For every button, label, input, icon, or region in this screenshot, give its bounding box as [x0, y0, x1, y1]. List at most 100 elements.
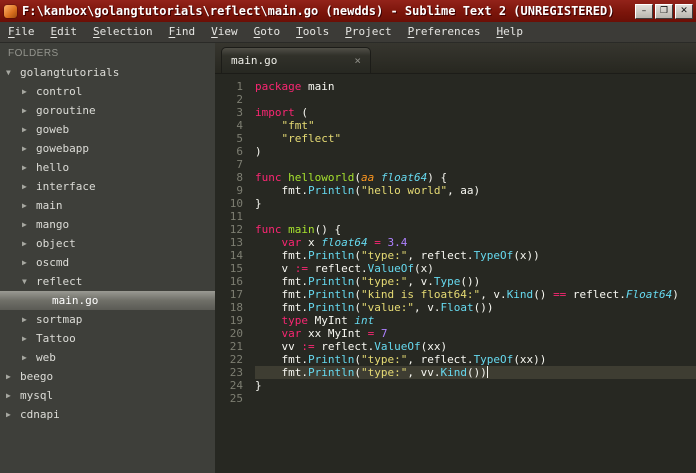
chevron-right-icon[interactable]: ▶ — [6, 405, 20, 424]
line-number: 17 — [229, 288, 243, 301]
line-content: package main — [255, 80, 335, 93]
line-content: var x float64 = 3.4 — [281, 236, 408, 249]
code-line[interactable]: 16 fmt.Println("type:", v.Type()) — [215, 275, 696, 288]
folder-item-mysql[interactable]: ▶ mysql — [0, 386, 215, 405]
folder-item-sortmap[interactable]: ▶ sortmap — [0, 310, 215, 329]
editor-column: main.go × 1 package main 2 3 import (4 "fmt"… — [215, 43, 696, 473]
line-number: 8 — [236, 171, 243, 184]
chevron-right-icon[interactable]: ▶ — [22, 329, 36, 348]
folder-item-goroutine[interactable]: ▶ goroutine — [0, 101, 215, 120]
folder-item-main[interactable]: ▶ main — [0, 196, 215, 215]
minimize-button[interactable]: – — [635, 3, 653, 19]
line-number: 4 — [236, 119, 243, 132]
folder-item-control[interactable]: ▶ control — [0, 82, 215, 101]
code-line[interactable]: 21 vv := reflect.ValueOf(xx) — [215, 340, 696, 353]
menu-item-edit[interactable]: Edit — [43, 22, 86, 42]
folder-item-cdnapi[interactable]: ▶ cdnapi — [0, 405, 215, 424]
line-number: 24 — [229, 379, 243, 392]
code-line[interactable]: 4 "fmt" — [215, 119, 696, 132]
tree-item-label: golangtutorials — [20, 66, 120, 79]
tree-item-label: main.go — [52, 294, 99, 307]
tab-close-icon[interactable]: × — [354, 54, 361, 67]
tree-item-label: main — [36, 199, 63, 212]
folder-item-web[interactable]: ▶ web — [0, 348, 215, 367]
chevron-right-icon[interactable]: ▶ — [22, 101, 36, 120]
chevron-right-icon[interactable]: ▶ — [6, 386, 20, 405]
chevron-right-icon[interactable]: ▶ — [22, 310, 36, 329]
code-editor[interactable]: 1 package main 2 3 import (4 "fmt" 5 "reflect… — [215, 74, 696, 473]
title-bar[interactable]: F:\kanbox\golangtutorials\reflect\main.g… — [0, 0, 696, 22]
menu-item-help[interactable]: Help — [488, 22, 531, 42]
code-line[interactable]: 23 fmt.Println("type:", vv.Kind()) — [215, 366, 696, 379]
tree-item-label: mysql — [20, 389, 54, 402]
code-line[interactable]: 20 var xx MyInt = 7 — [215, 327, 696, 340]
folder-item-gowebapp[interactable]: ▶ gowebapp — [0, 139, 215, 158]
menu-item-goto[interactable]: Goto — [246, 22, 289, 42]
file-item-main.go[interactable]: main.go — [0, 291, 215, 310]
tab-main-go[interactable]: main.go × — [221, 47, 371, 73]
tree-item-label: cdnapi — [20, 408, 60, 421]
menu-item-find[interactable]: Find — [161, 22, 204, 42]
code-line[interactable]: 12 func main() { — [215, 223, 696, 236]
menu-item-project[interactable]: Project — [337, 22, 399, 42]
folder-item-reflect[interactable]: ▼ reflect — [0, 272, 215, 291]
line-number: 20 — [229, 327, 243, 340]
code-line[interactable]: 7 — [215, 158, 696, 171]
close-button[interactable]: ✕ — [675, 3, 693, 19]
code-line[interactable]: 17 fmt.Println("kind is float64:", v.Kin… — [215, 288, 696, 301]
folder-item-Tattoo[interactable]: ▶ Tattoo — [0, 329, 215, 348]
folder-item-interface[interactable]: ▶ interface — [0, 177, 215, 196]
maximize-button[interactable]: ❐ — [655, 3, 673, 19]
code-line[interactable]: 22 fmt.Println("type:", reflect.TypeOf(x… — [215, 353, 696, 366]
chevron-right-icon[interactable]: ▶ — [22, 177, 36, 196]
menu-item-preferences[interactable]: Preferences — [400, 22, 489, 42]
folder-item-object[interactable]: ▶ object — [0, 234, 215, 253]
tree-item-label: beego — [20, 370, 54, 383]
chevron-right-icon[interactable]: ▶ — [22, 120, 36, 139]
menu-item-selection[interactable]: Selection — [85, 22, 161, 42]
chevron-right-icon[interactable]: ▶ — [6, 367, 20, 386]
code-line[interactable]: 11 — [215, 210, 696, 223]
line-number: 25 — [229, 392, 243, 405]
line-content — [255, 392, 696, 405]
line-number: 21 — [229, 340, 243, 353]
sublime-window: F:\kanbox\golangtutorials\reflect\main.g… — [0, 0, 696, 473]
code-line[interactable]: 24} — [215, 379, 696, 392]
folder-item-mango[interactable]: ▶ mango — [0, 215, 215, 234]
folder-item-golangtutorials[interactable]: ▼ golangtutorials — [0, 63, 215, 82]
tab-label: main.go — [231, 54, 278, 67]
code-line[interactable]: 8 func helloworld(aa float64) { — [215, 171, 696, 184]
folder-item-hello[interactable]: ▶ hello — [0, 158, 215, 177]
chevron-right-icon[interactable]: ▶ — [22, 215, 36, 234]
chevron-right-icon[interactable]: ▶ — [22, 253, 36, 272]
menu-item-tools[interactable]: Tools — [288, 22, 337, 42]
chevron-right-icon[interactable]: ▶ — [22, 348, 36, 367]
chevron-right-icon[interactable]: ▶ — [22, 139, 36, 158]
line-number: 5 — [236, 132, 243, 145]
code-line[interactable]: 18 fmt.Println("value:", v.Float()) — [215, 301, 696, 314]
code-line[interactable]: 3 import ( — [215, 106, 696, 119]
code-line[interactable]: 6) — [215, 145, 696, 158]
code-line[interactable]: 14 fmt.Println("type:", reflect.TypeOf(x… — [215, 249, 696, 262]
chevron-right-icon[interactable]: ▶ — [22, 196, 36, 215]
chevron-right-icon[interactable]: ▶ — [22, 158, 36, 177]
chevron-down-icon[interactable]: ▼ — [6, 63, 20, 82]
code-line[interactable]: 2 — [215, 93, 696, 106]
code-line[interactable]: 13 var x float64 = 3.4 — [215, 236, 696, 249]
code-line[interactable]: 15 v := reflect.ValueOf(x) — [215, 262, 696, 275]
code-line[interactable]: 19 type MyInt int — [215, 314, 696, 327]
folder-item-oscmd[interactable]: ▶ oscmd — [0, 253, 215, 272]
chevron-down-icon[interactable]: ▼ — [22, 272, 36, 291]
chevron-right-icon[interactable]: ▶ — [22, 82, 36, 101]
code-line[interactable]: 9 fmt.Println("hello world", aa) — [215, 184, 696, 197]
code-line[interactable]: 5 "reflect" — [215, 132, 696, 145]
folder-item-goweb[interactable]: ▶ goweb — [0, 120, 215, 139]
chevron-right-icon[interactable]: ▶ — [22, 234, 36, 253]
code-line[interactable]: 25 — [215, 392, 696, 405]
code-line[interactable]: 1 package main — [215, 80, 696, 93]
folder-item-beego[interactable]: ▶ beego — [0, 367, 215, 386]
menu-item-view[interactable]: View — [203, 22, 246, 42]
code-line[interactable]: 10} — [215, 197, 696, 210]
line-number: 10 — [229, 197, 243, 210]
menu-item-file[interactable]: File — [0, 22, 43, 42]
